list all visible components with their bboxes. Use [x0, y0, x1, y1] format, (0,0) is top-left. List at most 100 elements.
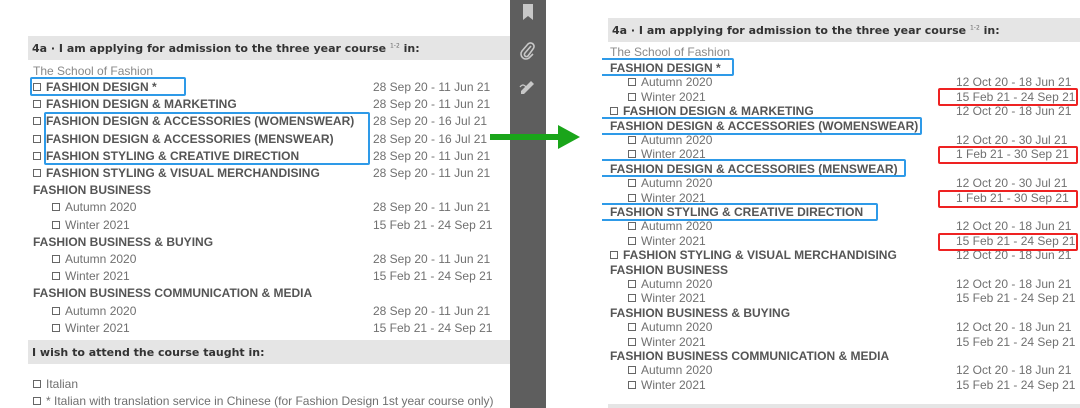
course-dates: 12 Oct 20 - 18 Jun 21 [956, 248, 1072, 263]
course-label: Winter 2021 [65, 320, 130, 335]
course-dates: 28 Sep 20 - 11 Jun 21 [373, 303, 491, 318]
course-dates: 28 Sep 20 - 16 Jul 21 [373, 114, 488, 129]
checkbox[interactable] [33, 83, 41, 91]
checkbox[interactable] [628, 366, 636, 375]
course-label: FASHION STYLING & VISUAL MERCHANDISING [623, 248, 897, 263]
course-label: Autumn 2020 [65, 303, 137, 318]
course-dates: 12 Oct 20 - 18 Jun 21 [956, 75, 1072, 90]
paperclip-icon[interactable] [518, 42, 538, 62]
checkbox[interactable] [33, 397, 41, 405]
course-dates: 15 Feb 21 - 24 Sep 21 [956, 291, 1076, 306]
course-dates: 28 Sep 20 - 11 Jun 21 [373, 97, 491, 112]
checkbox[interactable] [610, 107, 618, 116]
checkbox[interactable] [52, 220, 60, 229]
checkbox[interactable] [52, 272, 60, 281]
checkbox[interactable] [628, 236, 636, 245]
green-arrow-icon [490, 125, 580, 149]
course-dates: 15 Feb 21 - 24 Sep 21 [956, 377, 1076, 392]
checkbox[interactable] [52, 323, 60, 332]
checkbox[interactable] [628, 150, 636, 159]
checkbox[interactable] [628, 380, 636, 389]
course-label: FASHION DESIGN & ACCESSORIES (WOMENSWEAR… [46, 114, 355, 129]
course-label: FASHION DESIGN * [610, 61, 721, 75]
checkbox[interactable] [628, 78, 636, 87]
checkbox[interactable] [33, 380, 41, 388]
checkbox[interactable] [33, 151, 41, 160]
checkbox[interactable] [628, 193, 636, 202]
course-label: Autumn 2020 [641, 363, 713, 378]
bookmark-icon[interactable] [518, 4, 538, 24]
checkbox[interactable] [33, 134, 41, 143]
course-label: FASHION DESIGN & ACCESSORIES (MENSWEAR) [46, 131, 334, 146]
course-label: FASHION STYLING & VISUAL MERCHANDISING [46, 166, 320, 180]
course-label: FASHION DESIGN & MARKETING [623, 104, 814, 119]
checkbox[interactable] [610, 251, 618, 260]
course-label: FASHION BUSINESS & BUYING [610, 305, 791, 320]
course-label: Winter 2021 [65, 217, 130, 232]
checkbox[interactable] [628, 222, 636, 231]
right-bottom-header-edge [608, 404, 1080, 408]
course-label: Autumn 2020 [641, 176, 713, 191]
checkbox[interactable] [52, 255, 60, 263]
course-label: FASHION BUSINESS COMMUNICATION & MEDIA [610, 349, 890, 363]
right-school-label: The School of Fashion [610, 45, 731, 59]
course-label: FASHION BUSINESS [33, 183, 152, 198]
course-label: Winter 2021 [641, 291, 706, 306]
language-option-italian-chinese[interactable]: * Italian with translation service in Ch… [33, 395, 494, 408]
course-label: Autumn 2020 [641, 219, 713, 234]
course-dates: 1 Feb 21 - 30 Sep 21 [956, 190, 1069, 205]
course-label: Winter 2021 [641, 89, 706, 104]
checkbox[interactable] [628, 179, 636, 188]
checkbox[interactable] [628, 323, 636, 332]
course-dates: 28 Sep 20 - 16 Jul 21 [373, 131, 488, 146]
left-section-header: 4a · I am applying for admission to the … [28, 36, 510, 60]
course-label: FASHION BUSINESS [610, 262, 729, 277]
course-dates: 28 Sep 20 - 11 Jun 21 [373, 148, 491, 163]
course-label: Winter 2021 [641, 233, 706, 248]
checkbox[interactable] [628, 92, 636, 101]
course-label: FASHION STYLING & CREATIVE DIRECTION [610, 205, 864, 219]
checkbox[interactable] [628, 337, 636, 346]
course-dates: 12 Oct 20 - 18 Jun 21 [956, 104, 1072, 119]
checkbox[interactable] [628, 136, 636, 144]
left-document-panel: 4a · I am applying for admission to the … [0, 0, 510, 408]
course-dates: 1 Feb 21 - 30 Sep 21 [956, 147, 1069, 162]
course-dates: 12 Oct 20 - 18 Jun 21 [956, 277, 1072, 291]
course-dates: 15 Feb 21 - 24 Sep 21 [373, 217, 493, 232]
course-label: Autumn 2020 [65, 252, 137, 266]
course-label: Winter 2021 [641, 147, 706, 162]
course-label: Autumn 2020 [641, 133, 713, 147]
course-dates: 12 Oct 20 - 30 Jul 21 [956, 133, 1068, 147]
checkbox[interactable] [52, 203, 60, 212]
checkbox[interactable] [33, 100, 41, 109]
checkbox[interactable] [628, 294, 636, 303]
left-language-header: I wish to attend the course taught in: [28, 340, 510, 364]
course-dates: 15 Feb 21 - 24 Sep 21 [373, 320, 493, 335]
right-section-header: 4a · I am applying for admission to the … [608, 18, 1080, 42]
course-dates: 15 Feb 21 - 24 Sep 21 [956, 89, 1076, 104]
course-label: Winter 2021 [641, 334, 706, 349]
course-label: Winter 2021 [641, 377, 706, 392]
course-dates: 28 Sep 20 - 11 Jun 21 [373, 80, 491, 94]
checkbox[interactable] [52, 306, 60, 315]
course-dates: 28 Sep 20 - 11 Jun 21 [373, 200, 491, 215]
course-dates: 15 Feb 21 - 24 Sep 21 [373, 269, 493, 284]
checkbox[interactable] [33, 169, 41, 177]
language-option-italian[interactable]: Italian [33, 378, 78, 391]
checkbox[interactable] [33, 117, 41, 126]
left-school-label: The School of Fashion [33, 64, 154, 78]
course-label: Autumn 2020 [641, 277, 713, 291]
course-dates: 12 Oct 20 - 18 Jun 21 [956, 363, 1072, 378]
course-label: FASHION DESIGN & MARKETING [46, 97, 237, 112]
course-label: FASHION BUSINESS & BUYING [33, 234, 214, 249]
course-dates: 28 Sep 20 - 11 Jun 21 [373, 252, 491, 266]
course-label: Autumn 2020 [641, 75, 713, 90]
course-label: FASHION STYLING & CREATIVE DIRECTION [46, 148, 300, 163]
course-dates: 12 Oct 20 - 18 Jun 21 [956, 219, 1072, 234]
course-dates: 15 Feb 21 - 24 Sep 21 [956, 334, 1076, 349]
course-label: Winter 2021 [641, 190, 706, 205]
sign-icon[interactable] [518, 78, 538, 98]
checkbox[interactable] [628, 280, 636, 288]
course-dates: 15 Feb 21 - 24 Sep 21 [956, 233, 1076, 248]
course-label: Autumn 2020 [641, 320, 713, 335]
